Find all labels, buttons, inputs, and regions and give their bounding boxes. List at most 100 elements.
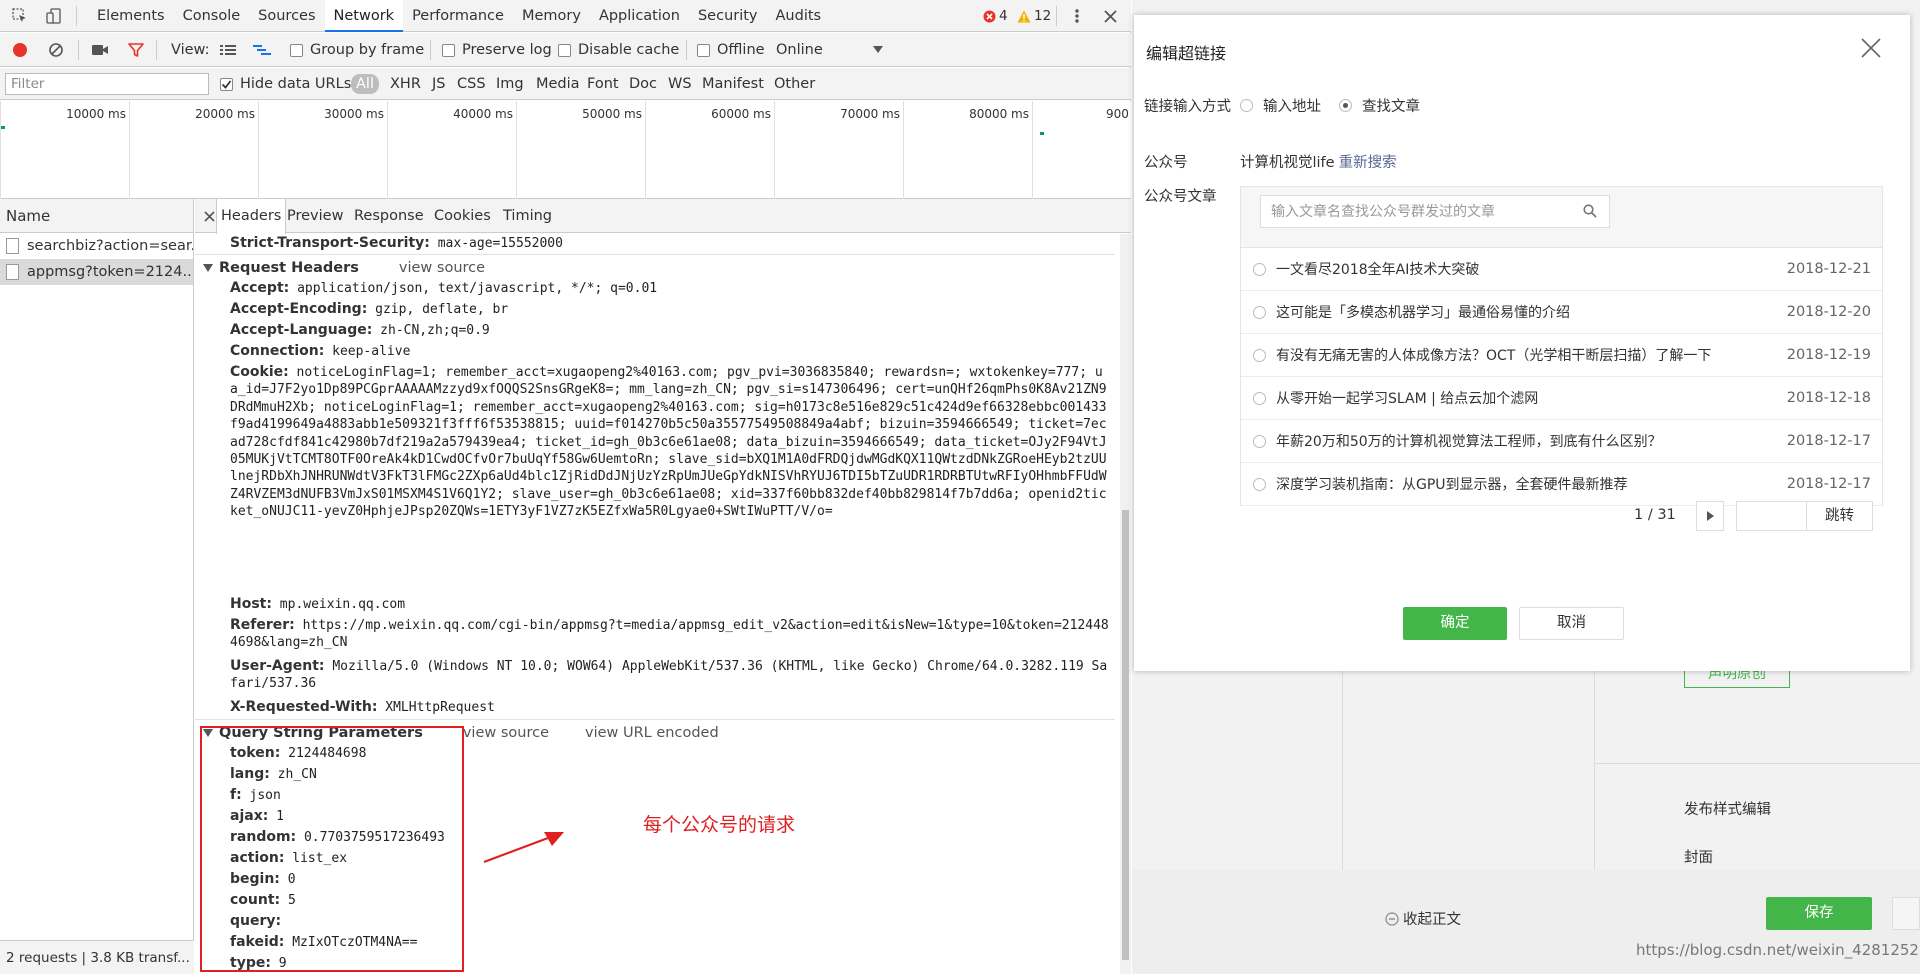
- inspect-element-icon[interactable]: [10, 6, 30, 26]
- article-radio[interactable]: [1253, 391, 1266, 405]
- type-filter-js[interactable]: JS: [430, 74, 447, 94]
- timeline-overview[interactable]: 10000 ms 20000 ms 30000 ms 40000 ms 5000…: [0, 101, 1131, 199]
- request-list-header[interactable]: Name: [0, 199, 193, 233]
- network-filter-bar: Hide data URLs All XHR JS CSS Img Media …: [0, 68, 1131, 100]
- request-row[interactable]: appmsg?token=2124...: [0, 259, 193, 285]
- filter-input[interactable]: [5, 73, 209, 95]
- tab-network[interactable]: Network: [324, 0, 404, 32]
- tab-security[interactable]: Security: [689, 0, 767, 32]
- group-by-frame-checkbox[interactable]: Group by frame: [290, 33, 424, 67]
- tab-audits[interactable]: Audits: [767, 0, 831, 32]
- type-filter-font[interactable]: Font: [585, 74, 621, 94]
- type-filter-all[interactable]: All: [351, 74, 379, 94]
- hide-data-urls-box[interactable]: [220, 77, 233, 91]
- more-button[interactable]: [1892, 897, 1920, 930]
- option-input-url[interactable]: 输入地址: [1240, 95, 1321, 115]
- more-options-icon[interactable]: [1067, 6, 1087, 26]
- cancel-button[interactable]: 取消: [1519, 607, 1624, 640]
- article-date: 2018-12-18: [1786, 390, 1871, 406]
- view-source-link[interactable]: view source: [463, 725, 549, 741]
- disable-cache-box[interactable]: [558, 43, 571, 57]
- article-row[interactable]: 一文看尽2018全年AI技术大突破 2018-12-21: [1241, 248, 1882, 291]
- account-info: 计算机视觉life 重新搜索: [1240, 151, 1397, 172]
- article-radio[interactable]: [1253, 262, 1266, 276]
- offline-checkbox[interactable]: Offline: [697, 33, 765, 67]
- preserve-log-box[interactable]: [442, 43, 455, 57]
- radio-input-url[interactable]: [1240, 98, 1253, 112]
- article-search-input[interactable]: [1260, 195, 1610, 228]
- view-source-link[interactable]: view source: [399, 260, 485, 276]
- article-radio[interactable]: [1253, 305, 1266, 319]
- type-filter-xhr[interactable]: XHR: [388, 74, 423, 94]
- header-line-cookie: Cookie: noticeLoginFlag=1; remember_acct…: [230, 364, 1107, 520]
- article-row[interactable]: 年薪20万和50万的计算机视觉算法工程师，到底有什么区别？ 2018-12-17: [1241, 420, 1882, 463]
- group-by-frame-box[interactable]: [290, 43, 303, 57]
- page-number-input[interactable]: [1736, 501, 1812, 531]
- tab-elements[interactable]: Elements: [88, 0, 174, 32]
- close-devtools-icon[interactable]: [1100, 6, 1120, 26]
- request-headers-section[interactable]: Request Headers view source: [203, 258, 485, 278]
- tab-response[interactable]: Response: [350, 199, 428, 233]
- option-search-article[interactable]: 查找文章: [1339, 95, 1420, 115]
- tab-application[interactable]: Application: [590, 0, 689, 32]
- tab-headers[interactable]: Headers: [216, 199, 287, 234]
- scrollbar-thumb[interactable]: [1122, 510, 1129, 960]
- chevron-right-icon: [1706, 511, 1714, 521]
- device-toolbar-icon[interactable]: [44, 6, 64, 26]
- type-filter-other[interactable]: Other: [772, 74, 817, 94]
- collapse-body-button[interactable]: 收起正文: [1385, 908, 1461, 929]
- throttle-select[interactable]: Online: [776, 33, 883, 67]
- article-radio[interactable]: [1253, 477, 1266, 491]
- tab-cookies[interactable]: Cookies: [430, 199, 495, 233]
- details-scrollbar[interactable]: [1120, 234, 1131, 974]
- article-radio[interactable]: [1253, 348, 1266, 362]
- type-filter-media[interactable]: Media: [534, 74, 582, 94]
- error-count-badge[interactable]: 4: [983, 8, 1008, 24]
- annotation-arrow-icon: [483, 832, 564, 864]
- article-row[interactable]: 这可能是「多模态机器学习」最通俗易懂的介绍 2018-12-20: [1241, 291, 1882, 334]
- error-count: 4: [999, 8, 1008, 24]
- tab-console[interactable]: Console: [174, 0, 250, 32]
- timeline-tick: 50000 ms: [582, 107, 642, 121]
- radio-search-article[interactable]: [1339, 98, 1352, 112]
- jump-button[interactable]: 跳转: [1806, 501, 1873, 531]
- offline-box[interactable]: [697, 43, 710, 57]
- disable-cache-checkbox[interactable]: Disable cache: [558, 33, 679, 67]
- disable-cache-label: Disable cache: [578, 42, 680, 58]
- confirm-button[interactable]: 确定: [1403, 607, 1507, 640]
- type-filter-css[interactable]: CSS: [455, 74, 488, 94]
- save-button[interactable]: 保存: [1766, 897, 1872, 930]
- request-row[interactable]: searchbiz?action=sear...: [0, 233, 193, 259]
- tab-timing[interactable]: Timing: [499, 199, 556, 233]
- screenshot-camera-icon[interactable]: [90, 40, 110, 60]
- large-rows-icon[interactable]: [218, 40, 238, 60]
- search-icon[interactable]: [1583, 204, 1597, 218]
- type-filter-ws[interactable]: WS: [666, 74, 694, 94]
- view-url-encoded-link[interactable]: view URL encoded: [585, 725, 719, 741]
- type-filter-manifest[interactable]: Manifest: [700, 74, 766, 94]
- article-radio[interactable]: [1253, 434, 1266, 448]
- next-page-button[interactable]: [1696, 501, 1724, 531]
- header-line: Connection: keep-alive: [230, 343, 411, 359]
- filter-funnel-icon[interactable]: [126, 40, 146, 60]
- tab-sources[interactable]: Sources: [249, 0, 324, 32]
- tab-performance[interactable]: Performance: [403, 0, 513, 32]
- type-filter-doc[interactable]: Doc: [627, 74, 659, 94]
- warning-count-badge[interactable]: 12: [1017, 8, 1051, 24]
- tab-preview[interactable]: Preview: [283, 199, 347, 233]
- article-row[interactable]: 有没有无痛无害的人体成像方法？OCT（光学相干断层扫描）了解一下 2018-12…: [1241, 334, 1882, 377]
- tab-memory[interactable]: Memory: [513, 0, 590, 32]
- publish-style-label[interactable]: 发布样式编辑: [1684, 798, 1771, 819]
- waterfall-overview-icon[interactable]: [252, 40, 272, 60]
- close-icon[interactable]: [1860, 37, 1882, 59]
- hide-data-urls-checkbox[interactable]: Hide data URLs: [220, 68, 351, 100]
- request-name: appmsg?token=2124...: [27, 264, 193, 280]
- record-icon[interactable]: [10, 40, 30, 60]
- preserve-log-checkbox[interactable]: Preserve log: [442, 33, 552, 67]
- header-line: Accept-Language: zh-CN,zh;q=0.9: [230, 322, 490, 338]
- article-row[interactable]: 从零开始一起学习SLAM | 给点云加个滤网 2018-12-18: [1241, 377, 1882, 420]
- clear-icon[interactable]: [46, 40, 66, 60]
- article-title: 年薪20万和50万的计算机视觉算法工程师，到底有什么区别？: [1276, 434, 1662, 450]
- type-filter-img[interactable]: Img: [494, 74, 526, 94]
- research-link[interactable]: 重新搜索: [1339, 155, 1397, 171]
